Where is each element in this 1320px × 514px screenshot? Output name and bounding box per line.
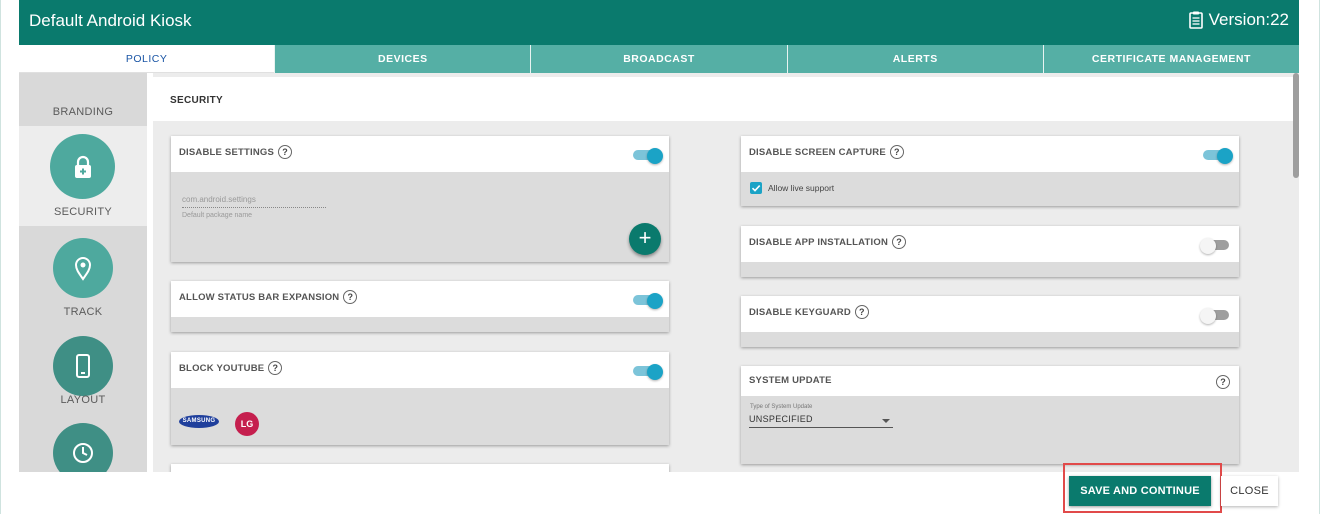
package-name-input[interactable]: com.android.settings: [182, 195, 256, 204]
disable-keyguard-toggle[interactable]: [1200, 308, 1231, 324]
app-header: Default Android Kiosk Version:22: [19, 0, 1299, 45]
disable-screen-capture-toggle[interactable]: [1201, 148, 1233, 164]
disable-app-installation-toggle[interactable]: [1200, 238, 1231, 254]
section-title: SECURITY: [170, 95, 223, 106]
lg-logo: LG: [235, 412, 259, 436]
sidebar-item-schedule[interactable]: [19, 413, 147, 472]
samsung-logo: SAMSUNG: [179, 415, 219, 428]
dialog-frame: Default Android Kiosk Version:22 POLICY …: [0, 0, 1320, 514]
help-icon[interactable]: ?: [892, 235, 907, 249]
allow-live-support-label: Allow live support: [768, 183, 835, 193]
package-name-underline: [182, 207, 326, 208]
app-title: Default Android Kiosk: [29, 11, 192, 30]
sidebar-item-track[interactable]: TRACK: [19, 226, 147, 326]
content-scrollbar[interactable]: [1293, 73, 1299, 178]
disable-settings-card: DISABLE SETTINGS ? com.android.settings …: [171, 136, 669, 262]
disable-screen-capture-card: DISABLE SCREEN CAPTURE ? Allow live supp…: [741, 136, 1239, 206]
close-button[interactable]: CLOSE: [1221, 476, 1278, 506]
card-title: BLOCK YOUTUBE ?: [179, 361, 283, 375]
card-header: DISABLE APP INSTALLATION ?: [741, 226, 1239, 262]
clock-icon: [53, 423, 113, 472]
sidebar-item-label: BRANDING: [52, 106, 114, 118]
allow-status-bar-toggle[interactable]: [631, 293, 663, 309]
sidebar-item-label: LAYOUT: [60, 394, 106, 406]
help-icon[interactable]: ?: [889, 145, 904, 159]
clipboard-icon: [1188, 11, 1203, 29]
add-package-button[interactable]: +: [629, 223, 661, 255]
card-header: BLOCK YOUTUBE ?: [171, 352, 669, 388]
card-header: SYSTEM UPDATE ?: [741, 366, 1239, 396]
sidebar-item-label: TRACK: [63, 306, 103, 318]
card-title: DISABLE KEYGUARD ?: [749, 305, 869, 319]
tab-bar: POLICY DEVICES BROADCAST ALERTS CERTIFIC…: [19, 45, 1300, 73]
tab-certificate-management[interactable]: CERTIFICATE MANAGEMENT: [1042, 45, 1300, 73]
card-title-text: DISABLE APP INSTALLATION: [749, 236, 889, 248]
card-header: DISABLE KEYGUARD ?: [741, 296, 1239, 332]
package-name-helper: Default package name: [182, 212, 253, 219]
allow-status-bar-card: ALLOW STATUS BAR EXPANSION ?: [171, 281, 669, 332]
tab-alerts[interactable]: ALERTS: [786, 45, 1043, 73]
tab-devices[interactable]: DEVICES: [274, 45, 531, 73]
card-header: DISABLE SCREEN CAPTURE ?: [741, 136, 1239, 172]
phone-icon: [53, 336, 113, 396]
chevron-down-icon: [882, 419, 890, 423]
card-title-text: BLOCK YOUTUBE: [179, 362, 265, 374]
lock-icon: [50, 134, 115, 199]
tab-policy[interactable]: POLICY: [19, 45, 275, 73]
card-header: [171, 464, 669, 472]
sidebar-item-layout[interactable]: LAYOUT: [19, 326, 147, 426]
sidebar: BRANDING SECURITY TRACK LAYOUT: [19, 73, 147, 472]
card-title-text: ALLOW STATUS BAR EXPANSION: [179, 291, 340, 303]
version-info: Version:22: [1188, 10, 1289, 30]
save-and-continue-button[interactable]: SAVE AND CONTINUE: [1069, 476, 1211, 506]
sidebar-item-branding[interactable]: BRANDING: [19, 73, 147, 123]
help-icon[interactable]: ?: [343, 290, 358, 304]
help-icon[interactable]: ?: [278, 145, 293, 159]
policy-content: SECURITY DISABLE SETTINGS ? com.android.…: [153, 73, 1299, 472]
help-icon[interactable]: ?: [854, 305, 869, 319]
disable-app-installation-card: DISABLE APP INSTALLATION ?: [741, 226, 1239, 277]
disable-settings-toggle[interactable]: [631, 148, 663, 164]
allow-live-support-checkbox[interactable]: [750, 182, 762, 194]
card-title-text: DISABLE KEYGUARD: [749, 306, 851, 318]
system-update-type-label: Type of System Update: [750, 404, 813, 410]
card-title: ALLOW STATUS BAR EXPANSION ?: [179, 290, 358, 304]
card-title: SYSTEM UPDATE: [749, 375, 832, 386]
card-title: DISABLE APP INSTALLATION ?: [749, 235, 907, 249]
sidebar-item-security[interactable]: SECURITY: [19, 126, 147, 226]
card-title-text: DISABLE SETTINGS: [179, 146, 275, 158]
sidebar-item-label: SECURITY: [53, 206, 113, 218]
system-update-card: SYSTEM UPDATE ? Type of System Update UN…: [741, 366, 1239, 464]
system-update-type-select[interactable]: UNSPECIFIED: [749, 412, 893, 428]
card-title-text: DISABLE SCREEN CAPTURE: [749, 146, 886, 158]
tab-broadcast[interactable]: BROADCAST: [530, 45, 787, 73]
next-setting-card: [171, 464, 669, 472]
block-youtube-toggle[interactable]: [631, 364, 663, 380]
card-title: DISABLE SETTINGS ?: [179, 145, 293, 159]
card-header: DISABLE SETTINGS ?: [171, 136, 669, 172]
block-youtube-card: BLOCK YOUTUBE ? SAMSUNG LG: [171, 352, 669, 445]
location-pin-icon: [53, 238, 113, 298]
help-icon[interactable]: ?: [268, 361, 283, 375]
card-title: DISABLE SCREEN CAPTURE ?: [749, 145, 904, 159]
help-icon[interactable]: ?: [1216, 375, 1230, 389]
card-header: ALLOW STATUS BAR EXPANSION ?: [171, 281, 669, 317]
version-label: Version:22: [1208, 10, 1289, 29]
section-header: SECURITY: [153, 77, 1295, 121]
system-update-type-value: UNSPECIFIED: [749, 414, 813, 424]
disable-keyguard-card: DISABLE KEYGUARD ?: [741, 296, 1239, 347]
